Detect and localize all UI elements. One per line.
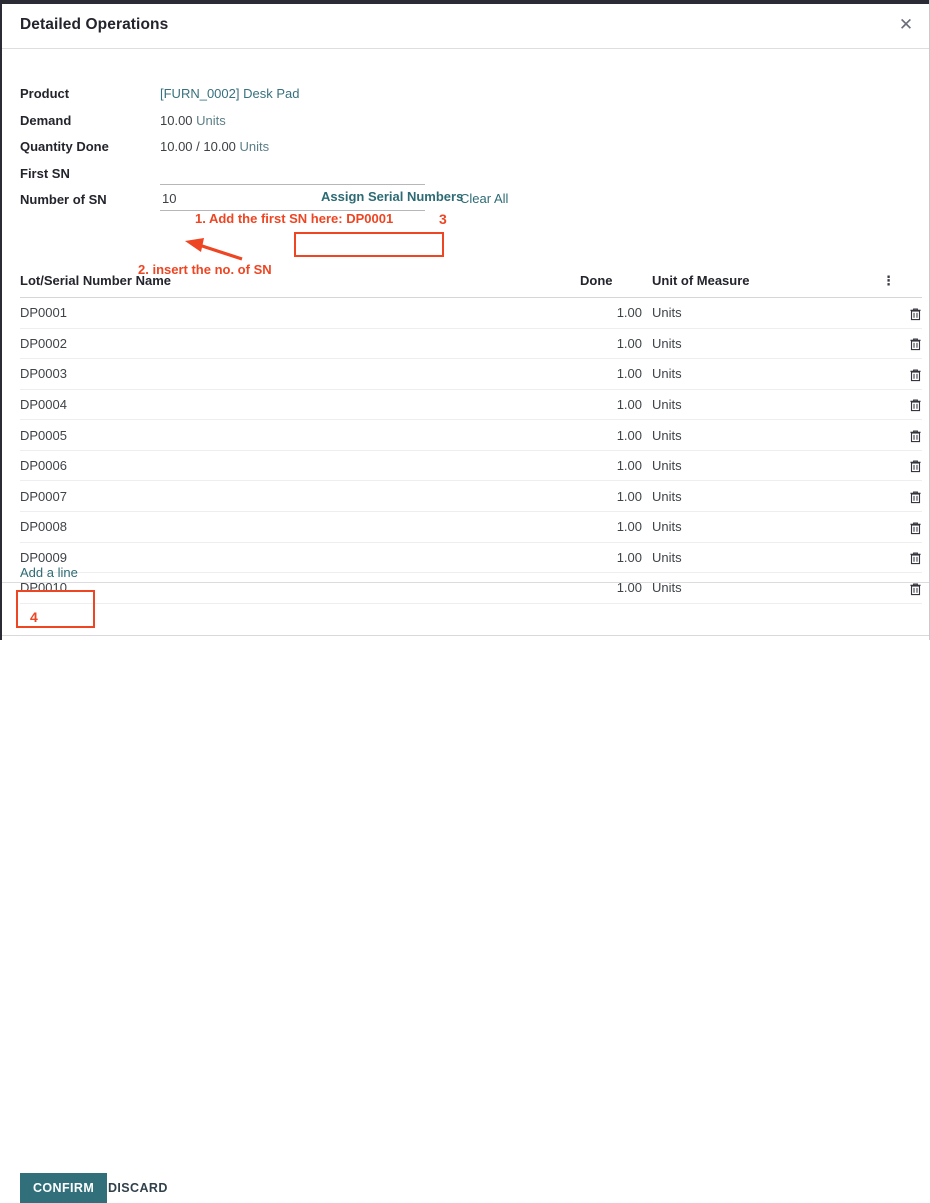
value-product[interactable]: [FURN_0002] Desk Pad bbox=[160, 86, 299, 101]
annotation-box-assign-button bbox=[294, 232, 444, 257]
table-row[interactable]: DP00081.00Units bbox=[20, 511, 922, 542]
label-demand: Demand bbox=[20, 113, 160, 128]
cell-unit-of-measure[interactable]: Units bbox=[642, 511, 882, 542]
cell-delete-action[interactable] bbox=[882, 298, 922, 329]
discard-button[interactable]: DISCARD bbox=[102, 1173, 174, 1203]
cell-done[interactable]: 1.00 bbox=[580, 542, 642, 573]
cell-serial-number[interactable]: DP0006 bbox=[20, 450, 580, 481]
trash-icon[interactable] bbox=[909, 366, 922, 381]
cell-serial-number[interactable]: DP0005 bbox=[20, 420, 580, 451]
cell-done[interactable]: 1.00 bbox=[580, 328, 642, 359]
quantity-done-number: 10.00 / 10.00 bbox=[160, 139, 236, 154]
trash-icon[interactable] bbox=[909, 427, 922, 442]
cell-unit-of-measure[interactable]: Units bbox=[642, 389, 882, 420]
cell-unit-of-measure[interactable]: Units bbox=[642, 450, 882, 481]
cell-serial-number[interactable]: DP0009 bbox=[20, 542, 580, 573]
cell-unit-of-measure[interactable]: Units bbox=[642, 481, 882, 512]
trash-icon[interactable] bbox=[909, 336, 922, 351]
cell-serial-number[interactable]: DP0007 bbox=[20, 481, 580, 512]
cell-delete-action[interactable] bbox=[882, 420, 922, 451]
cell-unit-of-measure[interactable]: Units bbox=[642, 359, 882, 390]
cell-delete-action[interactable] bbox=[882, 481, 922, 512]
cell-delete-action[interactable] bbox=[882, 389, 922, 420]
cell-done[interactable]: 1.00 bbox=[580, 389, 642, 420]
table-header-row: Lot/Serial Number Name Done Unit of Meas… bbox=[20, 273, 922, 298]
value-quantity-done: 10.00 / 10.00 Units bbox=[160, 139, 269, 154]
cell-serial-number[interactable]: DP0003 bbox=[20, 359, 580, 390]
table-row[interactable]: DP00091.00Units bbox=[20, 542, 922, 573]
cell-serial-number[interactable]: DP0008 bbox=[20, 511, 580, 542]
label-number-of-sn: Number of SN bbox=[20, 192, 160, 207]
first-sn-input[interactable] bbox=[160, 163, 425, 185]
cell-unit-of-measure[interactable]: Units bbox=[642, 420, 882, 451]
cell-unit-of-measure[interactable]: Units bbox=[642, 298, 882, 329]
trash-icon[interactable] bbox=[909, 305, 922, 320]
page-title: Detailed Operations bbox=[20, 16, 168, 34]
table-row[interactable]: DP00031.00Units bbox=[20, 359, 922, 390]
demand-unit: Units bbox=[196, 113, 226, 128]
dialog-footer: CONFIRM DISCARD bbox=[2, 583, 929, 635]
cell-done[interactable]: 1.00 bbox=[580, 298, 642, 329]
add-a-line-link[interactable]: Add a line bbox=[20, 565, 78, 580]
column-header-lot-serial-number-name[interactable]: Lot/Serial Number Name bbox=[20, 273, 580, 298]
field-row-quantity-done: Quantity Done 10.00 / 10.00 Units bbox=[20, 136, 900, 163]
cell-delete-action[interactable] bbox=[882, 450, 922, 481]
demand-number: 10.00 bbox=[160, 113, 193, 128]
field-row-product: Product [FURN_0002] Desk Pad bbox=[20, 83, 900, 110]
cell-serial-number[interactable]: DP0004 bbox=[20, 389, 580, 420]
serial-numbers-table: Lot/Serial Number Name Done Unit of Meas… bbox=[20, 273, 922, 604]
table-body: DP00011.00UnitsDP00021.00UnitsDP00031.00… bbox=[20, 298, 922, 604]
table-row[interactable]: DP00071.00Units bbox=[20, 481, 922, 512]
label-quantity-done: Quantity Done bbox=[20, 139, 160, 154]
cell-done[interactable]: 1.00 bbox=[580, 511, 642, 542]
assign-serial-numbers-button[interactable]: Assign Serial Numbers bbox=[312, 185, 472, 209]
annotation-step-1: 1. Add the first SN here: DP0001 bbox=[195, 211, 393, 226]
cell-serial-number[interactable]: DP0002 bbox=[20, 328, 580, 359]
dialog-body: Product [FURN_0002] Desk Pad Demand 10.0… bbox=[2, 49, 929, 594]
table-header: Lot/Serial Number Name Done Unit of Meas… bbox=[20, 273, 922, 298]
close-icon[interactable]: ✕ bbox=[895, 14, 917, 36]
annotation-step-3: 3 bbox=[439, 211, 447, 227]
cell-unit-of-measure[interactable]: Units bbox=[642, 328, 882, 359]
clear-all-button[interactable]: Clear All bbox=[454, 190, 514, 207]
table-row[interactable]: DP00021.00Units bbox=[20, 328, 922, 359]
field-row-demand: Demand 10.00 Units bbox=[20, 110, 900, 137]
cell-delete-action[interactable] bbox=[882, 328, 922, 359]
label-product: Product bbox=[20, 86, 160, 101]
annotation-arrow-icon bbox=[182, 235, 244, 261]
detailed-operations-dialog: Detailed Operations ✕ Product [FURN_0002… bbox=[2, 4, 929, 640]
table-row[interactable]: DP00061.00Units bbox=[20, 450, 922, 481]
field-row-number-of-sn: Number of SN Assign Serial Numbers Clear… bbox=[20, 189, 900, 216]
label-first-sn: First SN bbox=[20, 166, 160, 181]
cell-unit-of-measure[interactable]: Units bbox=[642, 542, 882, 573]
cell-done[interactable]: 1.00 bbox=[580, 481, 642, 512]
trash-icon[interactable] bbox=[909, 488, 922, 503]
cell-done[interactable]: 1.00 bbox=[580, 450, 642, 481]
column-header-done[interactable]: Done bbox=[580, 273, 642, 298]
trash-icon[interactable] bbox=[909, 458, 922, 473]
kebab-menu-icon[interactable]: ⋮ bbox=[882, 277, 895, 287]
value-demand: 10.00 Units bbox=[160, 113, 226, 128]
cell-delete-action[interactable] bbox=[882, 542, 922, 573]
trash-icon[interactable] bbox=[909, 519, 922, 534]
trash-icon[interactable] bbox=[909, 550, 922, 565]
column-header-unit-of-measure[interactable]: Unit of Measure bbox=[642, 273, 882, 298]
confirm-button[interactable]: CONFIRM bbox=[20, 1173, 107, 1203]
window-bottom-line bbox=[2, 635, 929, 636]
cell-done[interactable]: 1.00 bbox=[580, 420, 642, 451]
cell-serial-number[interactable]: DP0001 bbox=[20, 298, 580, 329]
cell-done[interactable]: 1.00 bbox=[580, 359, 642, 390]
dialog-header: Detailed Operations ✕ bbox=[2, 4, 929, 49]
table-row[interactable]: DP00051.00Units bbox=[20, 420, 922, 451]
trash-icon[interactable] bbox=[909, 397, 922, 412]
cell-delete-action[interactable] bbox=[882, 511, 922, 542]
table-row[interactable]: DP00041.00Units bbox=[20, 389, 922, 420]
table-row[interactable]: DP00011.00Units bbox=[20, 298, 922, 329]
quantity-done-unit: Units bbox=[240, 139, 270, 154]
cell-delete-action[interactable] bbox=[882, 359, 922, 390]
column-header-actions: ⋮ bbox=[882, 273, 922, 298]
form-fields: Product [FURN_0002] Desk Pad Demand 10.0… bbox=[20, 83, 900, 216]
